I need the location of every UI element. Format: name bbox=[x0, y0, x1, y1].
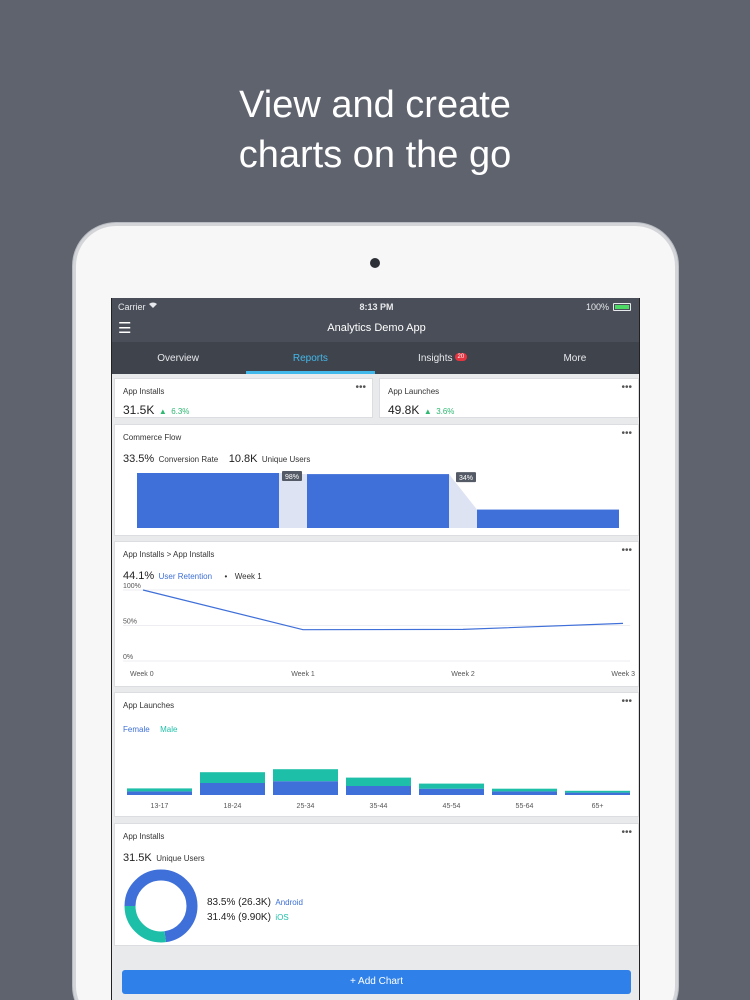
more-options-icon[interactable]: ••• bbox=[621, 696, 632, 707]
x-tick-label: 45-54 bbox=[443, 803, 461, 810]
ios-label: iOS bbox=[275, 913, 289, 922]
app-installs-kpi-card[interactable]: App Installs ••• 31.5K ▲ 6.3% bbox=[114, 378, 373, 418]
y-tick-label: 50% bbox=[123, 619, 137, 626]
x-tick-label: 25-34 bbox=[297, 803, 315, 810]
headline-line-1: View and create bbox=[239, 84, 511, 126]
card-title: App Launches bbox=[388, 387, 440, 396]
tab-insights[interactable]: Insights 20 bbox=[377, 342, 509, 374]
funnel-bar bbox=[477, 509, 619, 528]
installs-donut-card[interactable]: App Installs ••• 31.5K Unique Users 83.5… bbox=[114, 823, 639, 946]
insights-badge: 20 bbox=[454, 353, 468, 361]
funnel-connector bbox=[449, 474, 477, 528]
up-arrow-icon: ▲ bbox=[158, 407, 167, 416]
tab-bar: Overview Reports Insights 20 More bbox=[112, 342, 639, 374]
funnel-bar bbox=[307, 474, 449, 528]
tab-overview[interactable]: Overview bbox=[112, 342, 244, 374]
bar-segment-female bbox=[127, 791, 192, 795]
x-tick-label: 55-64 bbox=[516, 803, 534, 810]
battery-icon bbox=[613, 303, 631, 311]
bar-segment-female bbox=[419, 788, 484, 795]
bar-segment-female bbox=[346, 786, 411, 795]
battery-percent: 100% bbox=[585, 302, 609, 312]
x-tick-label: 35-44 bbox=[370, 803, 388, 810]
more-options-icon[interactable]: ••• bbox=[355, 382, 366, 393]
funnel-step-label: 34% bbox=[459, 475, 473, 482]
retention-card[interactable]: App Installs > App Installs ••• 44.1% Us… bbox=[114, 541, 639, 687]
bar-segment-male bbox=[127, 788, 192, 792]
x-tick-label: Week 0 bbox=[130, 671, 154, 678]
up-arrow-icon: ▲ bbox=[423, 407, 432, 416]
installs-donut-chart bbox=[124, 869, 198, 943]
installs-value: 31.5K bbox=[123, 852, 152, 864]
launches-stacked-chart: 13-17 18-24 25-34 35-44 45-54 55-64 65+ bbox=[127, 769, 630, 810]
bar-segment-male bbox=[273, 769, 338, 782]
app-screen: Carrier 8:13 PM 100% ☰ Analytics Demo Ap… bbox=[111, 298, 640, 1000]
bar-segment-male bbox=[200, 772, 265, 783]
ios-value: 31.4% (9.90K) bbox=[207, 912, 271, 923]
more-options-icon[interactable]: ••• bbox=[621, 382, 632, 393]
android-value: 83.5% (26.3K) bbox=[207, 897, 271, 908]
camera-dot bbox=[370, 258, 380, 268]
app-launches-card[interactable]: App Launches ••• Female Male 13-17 18-24 2… bbox=[114, 692, 639, 817]
x-tick-label: Week 1 bbox=[291, 671, 315, 678]
navigation-bar: ☰ Analytics Demo App bbox=[112, 316, 639, 342]
x-tick-label: 65+ bbox=[592, 803, 604, 810]
funnel-bar bbox=[137, 473, 279, 528]
card-title: App Installs bbox=[123, 387, 165, 396]
card-title: Commerce Flow bbox=[123, 433, 182, 442]
y-tick-label: 0% bbox=[123, 654, 133, 661]
retention-metric-label: User Retention bbox=[158, 572, 213, 581]
card-title: App Installs bbox=[123, 832, 165, 841]
unique-users-value: 10.8K bbox=[228, 453, 258, 465]
more-options-icon[interactable]: ••• bbox=[621, 428, 632, 439]
headline-line-2: charts on the go bbox=[238, 134, 512, 176]
bar-segment-female bbox=[273, 781, 338, 795]
more-options-icon[interactable]: ••• bbox=[621, 827, 632, 838]
x-tick-label: Week 3 bbox=[611, 671, 635, 678]
bar-segment-male bbox=[565, 790, 630, 793]
bar-segment-male bbox=[346, 777, 411, 786]
x-tick-label: Week 2 bbox=[451, 671, 475, 678]
kpi-change: 6.3% bbox=[171, 407, 190, 416]
android-label: Android bbox=[275, 898, 303, 907]
funnel-step-label: 98% bbox=[285, 474, 299, 481]
tab-reports[interactable]: Reports bbox=[244, 342, 376, 374]
bar-segment-female bbox=[565, 792, 630, 795]
y-tick-label: 100% bbox=[123, 583, 141, 590]
card-title: App Installs > App Installs bbox=[123, 550, 215, 559]
more-options-icon[interactable]: ••• bbox=[621, 545, 632, 556]
app-launches-kpi-card[interactable]: App Launches ••• 49.8K ▲ 3.6% bbox=[379, 378, 639, 418]
commerce-flow-card[interactable]: Commerce Flow ••• 33.5% Conversion Rate … bbox=[114, 424, 639, 536]
status-time: 8:13 PM bbox=[359, 302, 394, 312]
tab-reports-label: Reports bbox=[292, 353, 328, 364]
retention-line-chart: 0% 50% 100% Week 0 Week 1 Week 2 Week 3 bbox=[123, 583, 635, 678]
add-chart-button[interactable]: + Add Chart bbox=[122, 970, 631, 994]
bullet-icon: • bbox=[224, 572, 228, 581]
kpi-change: 3.6% bbox=[436, 407, 455, 416]
tab-more-label: More bbox=[563, 353, 587, 364]
commerce-flow-chart: 98% 34% bbox=[137, 471, 619, 528]
unique-users-label: Unique Users bbox=[261, 455, 311, 464]
status-bar: Carrier 8:13 PM 100% bbox=[112, 298, 639, 316]
retention-week-label: Week 1 bbox=[234, 572, 262, 581]
bar-segment-male bbox=[419, 783, 484, 789]
bar-segment-female bbox=[200, 783, 265, 795]
retention-line bbox=[142, 589, 624, 631]
retention-value: 44.1% bbox=[123, 570, 155, 582]
kpi-value: 49.8K bbox=[388, 403, 420, 417]
funnel-connector bbox=[279, 473, 307, 528]
installs-value-label: Unique Users bbox=[156, 854, 205, 863]
conversion-value: 33.5% bbox=[123, 453, 155, 465]
bar-segment-female bbox=[492, 791, 557, 795]
tab-insights-label: Insights bbox=[418, 353, 453, 364]
x-tick-label: 13-17 bbox=[151, 803, 169, 810]
card-title: App Launches bbox=[123, 701, 175, 710]
tab-more[interactable]: More bbox=[509, 342, 639, 374]
conversion-label: Conversion Rate bbox=[158, 455, 219, 464]
app-title: Analytics Demo App bbox=[327, 322, 426, 334]
kpi-value: 31.5K bbox=[123, 403, 155, 417]
tab-overview-label: Overview bbox=[157, 353, 199, 364]
bar-segment-male bbox=[492, 788, 557, 792]
x-tick-label: 18-24 bbox=[224, 803, 242, 810]
